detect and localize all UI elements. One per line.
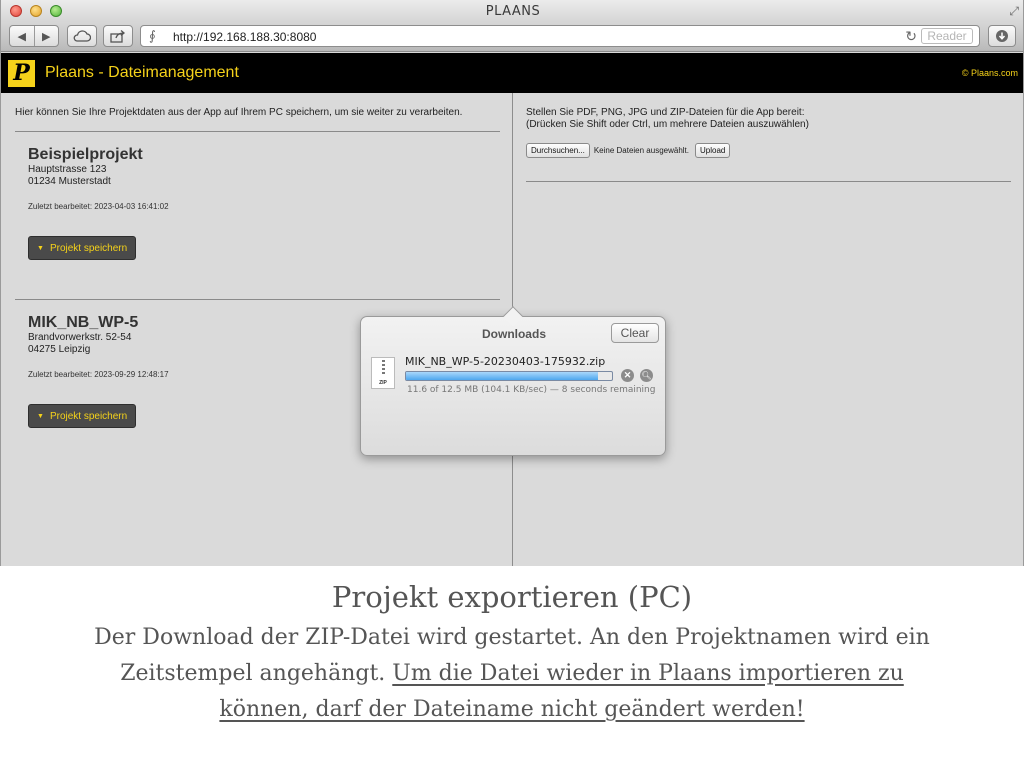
window-title: PLAANS [485, 4, 541, 19]
clear-downloads-button[interactable]: Clear [611, 323, 659, 343]
save-project-label: Projekt speichern [49, 410, 128, 422]
upload-instructions-hint: (Drücken Sie Shift oder Ctrl, um mehrere… [526, 119, 809, 130]
project-name: MIK_NB_WP-5 [28, 314, 139, 331]
site-link-icon: ∮ [149, 28, 156, 43]
file-picker-row: Durchsuchen... Keine Dateien ausgewählt.… [526, 143, 731, 158]
project-street: Hauptstrasse 123 [28, 164, 107, 175]
downloads-popover: Downloads Clear ZIP MIK_NB_WP-5-20230403… [360, 306, 666, 456]
url-text[interactable]: http://192.168.188.30:8080 [173, 30, 316, 44]
browser-window: PLAANS ⤢ ◀ ▶ ∮ http://192.168.188.30:808… [0, 0, 1024, 566]
cancel-download-icon[interactable]: ✕ [621, 369, 634, 382]
download-progress-bar [405, 371, 613, 381]
reload-icon[interactable]: ↻ [905, 28, 917, 45]
project-last-edited: Zuletzt bearbeitet: 2023-04-03 16:41:02 [28, 202, 169, 211]
browser-toolbar: ◀ ▶ ∮ http://192.168.188.30:8080 ↻ Reade… [1, 22, 1023, 52]
download-progress-fill [406, 372, 598, 380]
upload-button[interactable]: Upload [695, 143, 731, 158]
browse-button[interactable]: Durchsuchen... [526, 143, 590, 158]
project-city: 01234 Musterstadt [28, 176, 111, 187]
download-arrow-icon [996, 30, 1008, 42]
triangle-down-icon: ▼ [37, 412, 44, 420]
project-name: Beispielprojekt [28, 146, 143, 163]
app-header: P Plaans - Dateimanagement © Plaans.com [1, 53, 1023, 93]
divider [15, 299, 500, 300]
save-project-label: Projekt speichern [49, 242, 128, 254]
zip-file-label: ZIP [379, 380, 387, 386]
share-button[interactable] [103, 25, 133, 47]
triangle-down-icon: ▼ [37, 244, 44, 252]
divider [15, 131, 500, 132]
downloads-button[interactable] [988, 25, 1016, 47]
export-intro: Hier können Sie Ihre Projektdaten aus de… [15, 107, 463, 118]
reveal-in-finder-icon[interactable]: 🔍︎ [640, 369, 653, 382]
forward-icon[interactable]: ▶ [34, 30, 58, 43]
caption-title: Projekt exportieren (PC) [331, 580, 693, 614]
fullscreen-icon[interactable]: ⤢ [1009, 4, 1019, 19]
back-forward-group: ◀ ▶ [9, 25, 59, 47]
caption-body: Der Download der ZIP-Datei wird gestarte… [90, 620, 934, 728]
zipper-icon [382, 360, 385, 376]
project-card: MIK_NB_WP-5 Brandvorwerkstr. 52-54 04275… [28, 314, 169, 379]
save-project-button[interactable]: ▼ Projekt speichern [28, 236, 136, 260]
upload-instructions: Stellen Sie PDF, PNG, JPG und ZIP-Dateie… [526, 107, 809, 131]
zip-file-icon[interactable]: ZIP [371, 357, 395, 389]
project-street: Brandvorwerkstr. 52-54 [28, 332, 132, 343]
download-status: 11.6 of 12.5 MB (104.1 KB/sec) — 8 secon… [407, 385, 656, 395]
icloud-tabs-button[interactable] [67, 25, 97, 47]
upload-instructions-line: Stellen Sie PDF, PNG, JPG und ZIP-Dateie… [526, 107, 805, 118]
project-last-edited: Zuletzt bearbeitet: 2023-09-29 12:48:17 [28, 370, 169, 379]
back-icon[interactable]: ◀ [10, 30, 34, 43]
save-project-button[interactable]: ▼ Projekt speichern [28, 404, 136, 428]
project-card: Beispielprojekt Hauptstrasse 123 01234 M… [28, 146, 169, 211]
slide-caption: Projekt exportieren (PC) Der Download de… [0, 566, 1024, 768]
copyright-link[interactable]: © Plaans.com [962, 68, 1018, 78]
address-bar[interactable]: ∮ http://192.168.188.30:8080 ↻ Reader [140, 25, 980, 47]
title-bar: PLAANS ⤢ [1, 0, 1023, 22]
reader-button[interactable]: Reader [921, 28, 973, 44]
plaans-logo: P [8, 60, 35, 87]
divider [526, 181, 1011, 182]
project-city: 04275 Leipzig [28, 344, 91, 355]
app-title: Plaans - Dateimanagement [45, 64, 239, 81]
download-filename: MIK_NB_WP-5-20230403-175932.zip [405, 355, 606, 368]
cloud-icon [73, 30, 91, 42]
share-icon [110, 29, 126, 43]
no-files-text: Keine Dateien ausgewählt. [593, 146, 689, 155]
